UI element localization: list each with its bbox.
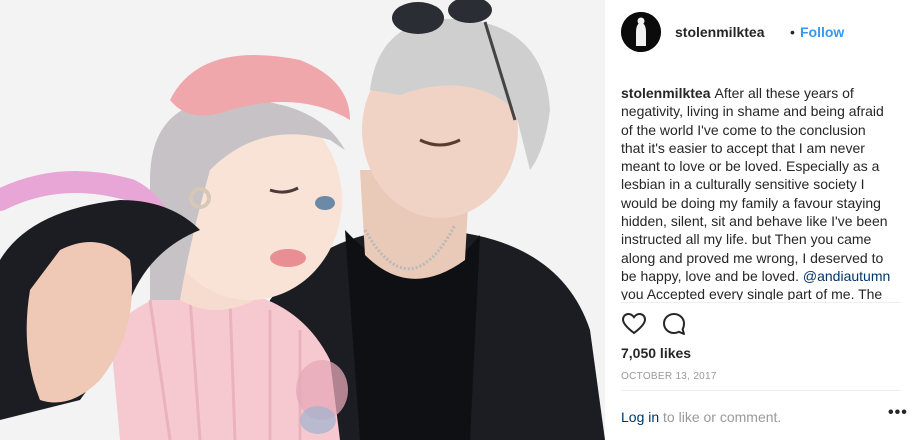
- post-actions: [621, 311, 687, 337]
- caption-mention-link[interactable]: @andiautumn: [803, 268, 890, 284]
- comment-prompt: Log in to like or comment.: [621, 409, 781, 425]
- heart-icon[interactable]: [621, 311, 647, 337]
- post-side-panel: stolenmilktea • Follow stolenmilktea Afte…: [605, 0, 917, 440]
- separator-dot: •: [790, 24, 795, 40]
- post-username[interactable]: stolenmilktea: [675, 24, 764, 40]
- post-photo[interactable]: [0, 0, 605, 440]
- caption-username[interactable]: stolenmilktea: [621, 85, 710, 101]
- caption-text-continued: you Accepted every single part of me. Th…: [621, 286, 883, 300]
- avatar[interactable]: [621, 12, 661, 52]
- post-caption: stolenmilktea After all these years of ne…: [621, 84, 891, 300]
- comment-icon[interactable]: [661, 311, 687, 337]
- section-divider: [621, 390, 901, 391]
- login-link[interactable]: Log in: [621, 409, 659, 425]
- section-divider: [621, 302, 901, 303]
- comment-prompt-text: to like or comment.: [659, 409, 782, 425]
- more-options-button[interactable]: •••: [888, 404, 908, 422]
- post-header: stolenmilktea • Follow: [605, 0, 917, 66]
- likes-count[interactable]: 7,050 likes: [621, 345, 691, 361]
- follow-button[interactable]: Follow: [800, 24, 844, 40]
- post-date[interactable]: OCTOBER 13, 2017: [621, 371, 717, 382]
- caption-text: After all these years of negativity, liv…: [621, 85, 888, 284]
